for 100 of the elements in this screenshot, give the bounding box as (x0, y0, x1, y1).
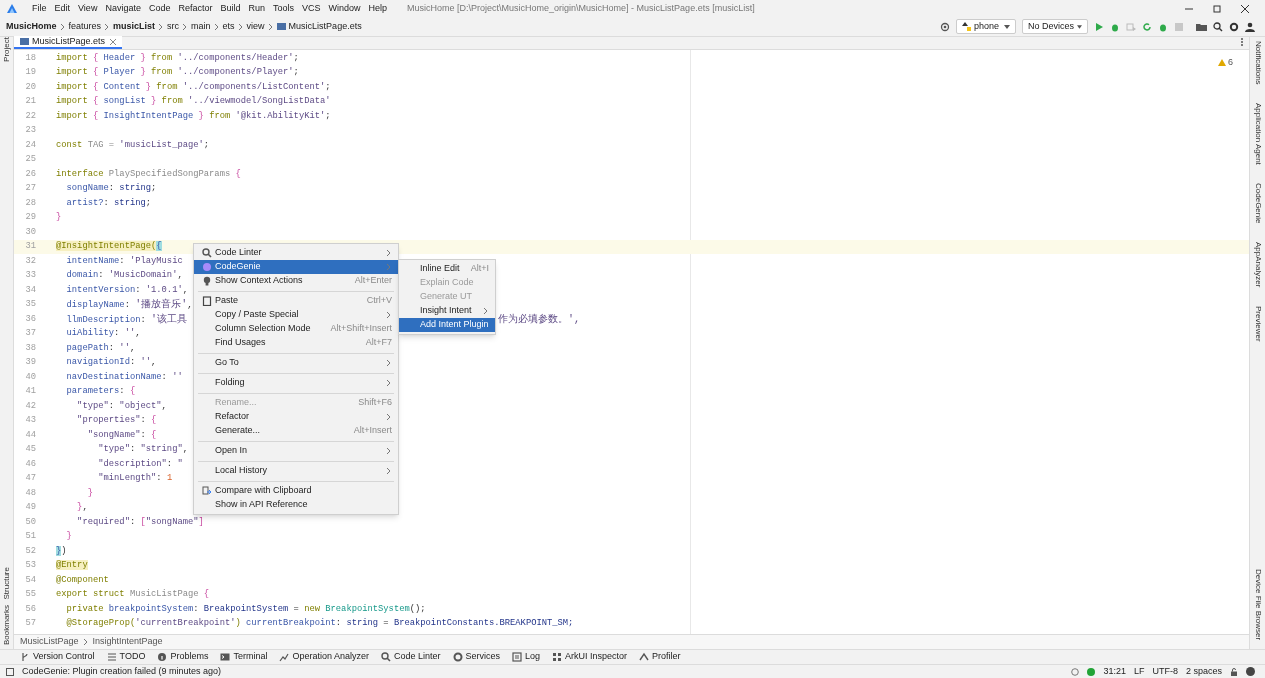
encoding[interactable]: UTF-8 (1152, 664, 1178, 678)
menu-item[interactable]: Code Linter (194, 246, 398, 260)
tool-window-button[interactable]: Log (525, 650, 541, 664)
menu-item[interactable]: Paste Ctrl+V (194, 294, 398, 308)
line-number: 47 (24, 472, 36, 486)
chevron-right-icon (386, 447, 392, 455)
tool-window-tab[interactable]: CodeGenie (1247, 183, 1265, 224)
breadcrumb-item[interactable]: MusicHome (6, 19, 57, 34)
warning-count[interactable]: 6 (1228, 56, 1233, 70)
menu-item[interactable]: Find Usages Alt+F7 (194, 336, 398, 350)
code-line: @Component (56, 573, 109, 587)
breadcrumb-item[interactable]: musicList (113, 19, 156, 34)
menu-item[interactable]: Open In (194, 444, 398, 458)
tool-window-button[interactable]: Problems (170, 650, 209, 664)
circle-icon (1071, 667, 1080, 676)
magnifier-icon (380, 652, 391, 662)
menu-item[interactable]: Local History (194, 464, 398, 478)
tool-window-tab[interactable]: Application Agent (1247, 103, 1265, 165)
tool-window-tab[interactable]: Notifications (1247, 41, 1265, 85)
code-line: intentVersion: '1.0.1', (65, 283, 188, 297)
breadcrumb-item[interactable]: features (68, 19, 102, 34)
chevron-right-icon (483, 307, 489, 315)
tool-window-button[interactable]: Services (465, 650, 500, 664)
tool-window-tab[interactable]: AppAnalyzer (1247, 242, 1265, 288)
menu-bar-item[interactable]: VCS (302, 1, 321, 16)
menu-item[interactable]: Compare with Clipboard (194, 484, 398, 498)
indent-setting[interactable]: 2 spaces (1185, 664, 1222, 678)
genie-icon (202, 262, 212, 272)
device-dropdown[interactable]: phone (956, 19, 1016, 34)
menu-bar-item[interactable]: Edit (54, 1, 71, 16)
tool-window-tab[interactable]: Device File Browser (1247, 569, 1265, 641)
line-number: 33 (24, 269, 36, 283)
menu-bar-item[interactable]: Navigate (105, 1, 141, 16)
menu-item[interactable]: Add Intent Plugin (399, 318, 495, 332)
editor-tab[interactable]: MusicListPage.ets (14, 36, 123, 49)
tool-window-tab[interactable]: Structure (0, 566, 17, 599)
line-number: 56 (24, 602, 36, 616)
warning-icon (1218, 59, 1226, 67)
menu-item[interactable]: Go To (194, 356, 398, 370)
breadcrumb-item[interactable]: InsightIntentPage (92, 635, 163, 649)
breadcrumb-item[interactable]: main (191, 19, 211, 34)
line-number: 53 (24, 559, 36, 573)
tool-window-button[interactable]: Terminal (233, 650, 268, 664)
menu-item[interactable]: Insight Intent (399, 304, 495, 318)
menu-item[interactable]: Generate... Alt+Insert (194, 424, 398, 438)
tool-window-tab[interactable]: Previewer (1247, 306, 1265, 342)
menu-item[interactable]: Refactor (194, 410, 398, 424)
magnifier-icon (202, 248, 212, 258)
line-number: 36 (24, 312, 36, 326)
caret-position[interactable]: 31:21 (1103, 664, 1126, 678)
breadcrumb-item[interactable]: src (167, 19, 180, 34)
terminal-icon (220, 652, 231, 662)
breadcrumb-item[interactable]: view (246, 19, 265, 34)
line-ending[interactable]: LF (1133, 664, 1145, 678)
status-message[interactable]: CodeGenie: Plugin creation failed (9 minutes ago) (22, 664, 222, 678)
tool-window-tab[interactable]: Project (0, 37, 17, 62)
menu-bar-item[interactable]: File (32, 1, 47, 16)
target-dropdown[interactable]: No Devices (1022, 19, 1088, 34)
chevron-right-icon (158, 22, 165, 31)
line-number: 21 (24, 95, 36, 109)
profiler-icon (639, 652, 650, 662)
menu-item[interactable]: Copy / Paste Special (194, 308, 398, 322)
menu-bar-item[interactable]: Tools (273, 1, 294, 16)
tool-window-button[interactable]: Profiler (652, 650, 681, 664)
tool-window-tab[interactable]: Bookmarks (0, 605, 17, 645)
tool-window-button[interactable]: ArkUI Inspector (565, 650, 628, 664)
tool-window-button[interactable]: Code Linter (393, 650, 441, 664)
line-number: 51 (24, 530, 36, 544)
menu-bar-item[interactable]: Help (368, 1, 388, 16)
menu-item[interactable]: Column Selection Mode Alt+Shift+Insert (194, 322, 398, 336)
app-logo-icon (6, 2, 18, 15)
tool-window-button[interactable]: Version Control (33, 650, 95, 664)
user-icon (1245, 21, 1255, 32)
menu-bar-item[interactable]: Refactor (178, 1, 213, 16)
menu-item[interactable]: Inline Edit Alt+I (399, 262, 495, 276)
menu-bar-item[interactable]: Build (220, 1, 241, 16)
menu-bar-item[interactable]: Run (248, 1, 265, 16)
line-number: 46 (24, 457, 36, 471)
tool-window-button[interactable]: TODO (119, 650, 146, 664)
line-number: 45 (24, 443, 36, 457)
menu-item[interactable]: Folding (194, 376, 398, 390)
menu-item[interactable]: Show Context Actions Alt+Enter (194, 274, 398, 288)
breadcrumb-item[interactable]: MusicListPage.ets (288, 19, 362, 34)
menu-bar-item[interactable]: Code (148, 1, 171, 16)
menu-bar-item[interactable]: Window (328, 1, 361, 16)
line-number: 32 (24, 254, 36, 268)
line-number: 42 (24, 399, 36, 413)
breadcrumb-item[interactable]: ets (222, 19, 235, 34)
breadcrumb-item[interactable]: MusicListPage (20, 635, 79, 649)
menu-bar-item[interactable]: View (78, 1, 98, 16)
code-line: displayName: '播放音乐', (65, 297, 193, 313)
line-number: 27 (24, 182, 36, 196)
code-line: } (86, 486, 93, 500)
chevron-right-icon (386, 379, 392, 387)
bulb-icon (202, 276, 212, 286)
line-number: 35 (24, 298, 36, 312)
menu-item[interactable]: CodeGenie (194, 260, 398, 274)
close-icon[interactable] (110, 38, 117, 45)
menu-item[interactable]: Show in API Reference (194, 498, 398, 512)
tool-window-button[interactable]: Operation Analyzer (292, 650, 369, 664)
